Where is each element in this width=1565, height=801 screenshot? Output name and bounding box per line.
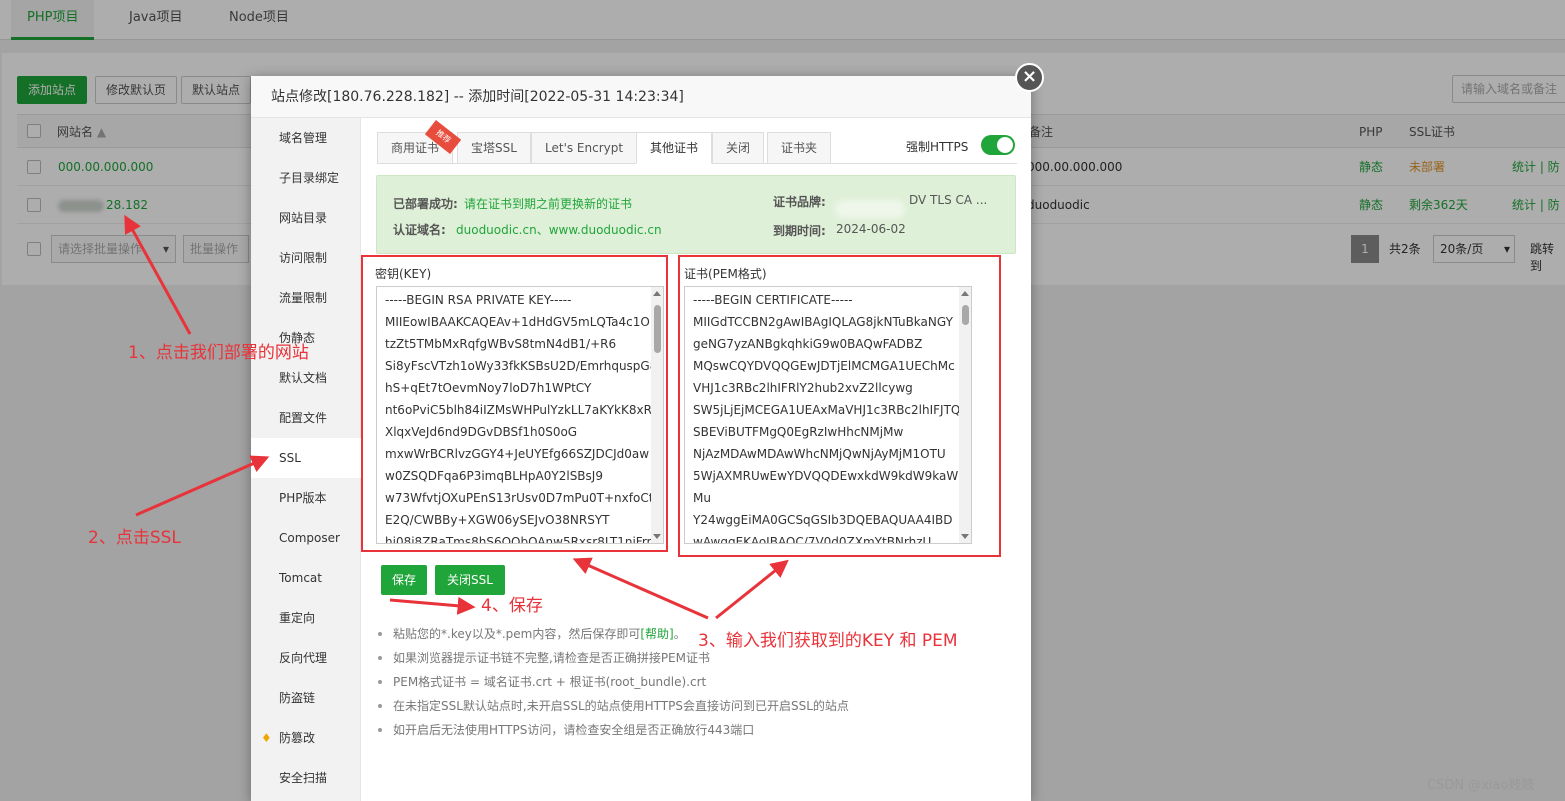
menu-item-composer[interactable]: Composer: [251, 518, 360, 558]
expire-value: 2024-06-02: [836, 222, 906, 236]
menu-item-config-file[interactable]: 配置文件: [251, 398, 360, 438]
key-highlight-box: [361, 255, 668, 552]
menu-item-redirect[interactable]: 重定向: [251, 598, 360, 638]
help-link[interactable]: [帮助]: [640, 627, 673, 641]
annotation-step2: 2、点击SSL: [88, 528, 181, 548]
annotation-step3: 3、输入我们获取到的KEY 和 PEM: [698, 631, 958, 651]
tab-close[interactable]: 关闭: [712, 132, 765, 164]
deployed-text: 请在证书到期之前更换新的证书: [464, 197, 633, 211]
force-https-label: 强制HTTPS: [906, 140, 969, 154]
deployed-label: 已部署成功:: [393, 197, 458, 211]
blurred-region: [835, 200, 905, 218]
menu-item-subdir[interactable]: 子目录绑定: [251, 158, 360, 198]
tab-lets-encrypt[interactable]: Let's Encrypt: [531, 132, 638, 164]
domain-label: 认证域名:: [393, 223, 446, 237]
csdn-watermark: CSDN @xiao贱贱: [1427, 778, 1535, 793]
annotation-step1: 1、点击我们部署的网站: [128, 343, 309, 363]
menu-item-hotlink[interactable]: 防盗链: [251, 678, 360, 718]
modal-side-menu: 域名管理 子目录绑定 网站目录 访问限制 流量限制 伪静态 默认文档 配置文件 …: [251, 118, 362, 801]
tip-item: PEM格式证书 = 域名证书.crt + 根证书(root_bundle).cr…: [375, 670, 1015, 694]
menu-item-domain[interactable]: 域名管理: [251, 118, 360, 158]
menu-item-security-scan[interactable]: 安全扫描: [251, 758, 360, 798]
diamond-icon: ♦: [261, 731, 272, 745]
modal-close-button[interactable]: ×: [1015, 63, 1044, 92]
ssl-status-box: 已部署成功: 请在证书到期之前更换新的证书 认证域名: duoduodic.cn…: [376, 175, 1016, 254]
save-button[interactable]: 保存: [381, 565, 428, 595]
brand-label: 证书品牌:: [773, 195, 826, 209]
menu-item-default-doc[interactable]: 默认文档: [251, 358, 360, 398]
force-https-toggle[interactable]: [981, 135, 1015, 155]
annotation-step4: 4、保存: [481, 596, 543, 616]
domain-value: duoduodic.cn、www.duoduodic.cn: [456, 223, 662, 237]
menu-item-tamper-proof[interactable]: ♦ 防篡改: [251, 718, 360, 758]
toggle-knob: [997, 137, 1013, 153]
tab-bt-ssl[interactable]: 宝塔SSL: [457, 132, 531, 164]
menu-item-reverse-proxy[interactable]: 反向代理: [251, 638, 360, 678]
site-edit-modal: 站点修改[180.76.228.182] -- 添加时间[2022-05-31 …: [251, 76, 1031, 801]
menu-item-php-version[interactable]: PHP版本: [251, 478, 360, 518]
menu-item-ssl[interactable]: SSL: [251, 438, 362, 478]
cert-highlight-box: [678, 255, 1001, 557]
tab-cert-folder[interactable]: 证书夹: [767, 132, 832, 164]
menu-item-site-dir[interactable]: 网站目录: [251, 198, 360, 238]
menu-item-access-limit[interactable]: 访问限制: [251, 238, 360, 278]
tip-item: 如开启后无法使用HTTPS访问，请检查安全组是否正确放行443端口: [375, 718, 1015, 742]
menu-item-traffic-limit[interactable]: 流量限制: [251, 278, 360, 318]
expire-label: 到期时间:: [773, 224, 826, 238]
tab-other-cert[interactable]: 其他证书: [636, 132, 713, 164]
brand-value: DV TLS CA ...: [909, 193, 988, 207]
modal-title: 站点修改[180.76.228.182] -- 添加时间[2022-05-31 …: [251, 76, 1031, 118]
tip-item: 在未指定SSL默认站点时,未开启SSL的站点使用HTTPS会直接访问到已开启SS…: [375, 694, 1015, 718]
menu-item-tomcat[interactable]: Tomcat: [251, 558, 360, 598]
